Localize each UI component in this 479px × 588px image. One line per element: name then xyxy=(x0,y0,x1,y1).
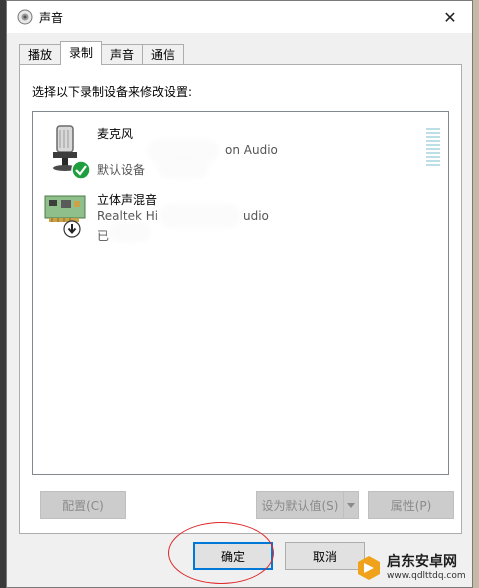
cancel-button[interactable]: 取消 xyxy=(285,542,365,570)
device-list[interactable]: 麦克风 on Audio 默认设备 立体声混音 Realtek Hi udio … xyxy=(32,111,449,475)
device-status: 默认设备 xyxy=(97,163,146,177)
device-status: 已 xyxy=(97,229,110,243)
watermark: 启东安卓网 www.qdlttdq.com xyxy=(355,548,479,588)
device-description-tail: udio xyxy=(243,209,269,223)
speaker-icon xyxy=(17,9,33,25)
tab-communications[interactable]: 通信 xyxy=(142,44,185,65)
device-description: Realtek Hi xyxy=(97,209,159,223)
window-title: 声音 xyxy=(39,11,64,25)
tab-playback[interactable]: 播放 xyxy=(19,44,62,65)
recording-panel: 选择以下录制设备来修改设置: 麦克风 on Audio 默认设备 立体声混音 R… xyxy=(19,64,462,534)
title-bar[interactable]: 声音 ✕ xyxy=(7,1,472,33)
configure-button[interactable]: 配置(C) xyxy=(40,491,126,519)
tab-recording[interactable]: 录制 xyxy=(60,41,103,65)
sound-dialog: 声音 ✕ 播放 录制 声音 通信 选择以下录制设备来修改设置: 麦克风 on A… xyxy=(6,0,473,588)
properties-button[interactable]: 属性(P) xyxy=(368,491,454,519)
tab-sounds[interactable]: 声音 xyxy=(101,44,144,65)
redacted-area xyxy=(165,210,235,222)
device-name: 立体声混音 xyxy=(97,193,158,207)
redacted-area xyxy=(115,228,145,236)
level-meter xyxy=(426,128,440,168)
default-check-icon xyxy=(71,160,91,180)
set-default-dropdown-button[interactable] xyxy=(343,491,359,519)
device-item-microphone[interactable]: 麦克风 on Audio 默认设备 xyxy=(33,120,448,180)
instruction-text: 选择以下录制设备来修改设置: xyxy=(32,85,193,99)
watermark-name: 启东安卓网 xyxy=(387,554,457,570)
device-item-stereo-mix[interactable]: 立体声混音 Realtek Hi udio 已 xyxy=(33,186,448,246)
desktop-background-right xyxy=(473,0,479,588)
watermark-url: www.qdlttdq.com xyxy=(387,571,466,581)
watermark-logo-icon xyxy=(358,556,380,580)
close-icon: ✕ xyxy=(443,7,457,27)
device-name: 麦克风 xyxy=(97,127,134,141)
tab-bar: 播放 录制 声音 通信 xyxy=(19,41,185,65)
chevron-down-icon xyxy=(347,502,355,508)
close-button[interactable]: ✕ xyxy=(428,1,472,33)
redacted-area xyxy=(153,145,213,157)
set-default-button[interactable]: 设为默认值(S) xyxy=(256,491,344,519)
device-description: on Audio xyxy=(225,143,278,157)
redacted-area xyxy=(163,164,203,172)
highlight-annotation xyxy=(168,522,274,584)
down-arrow-icon xyxy=(63,220,81,238)
